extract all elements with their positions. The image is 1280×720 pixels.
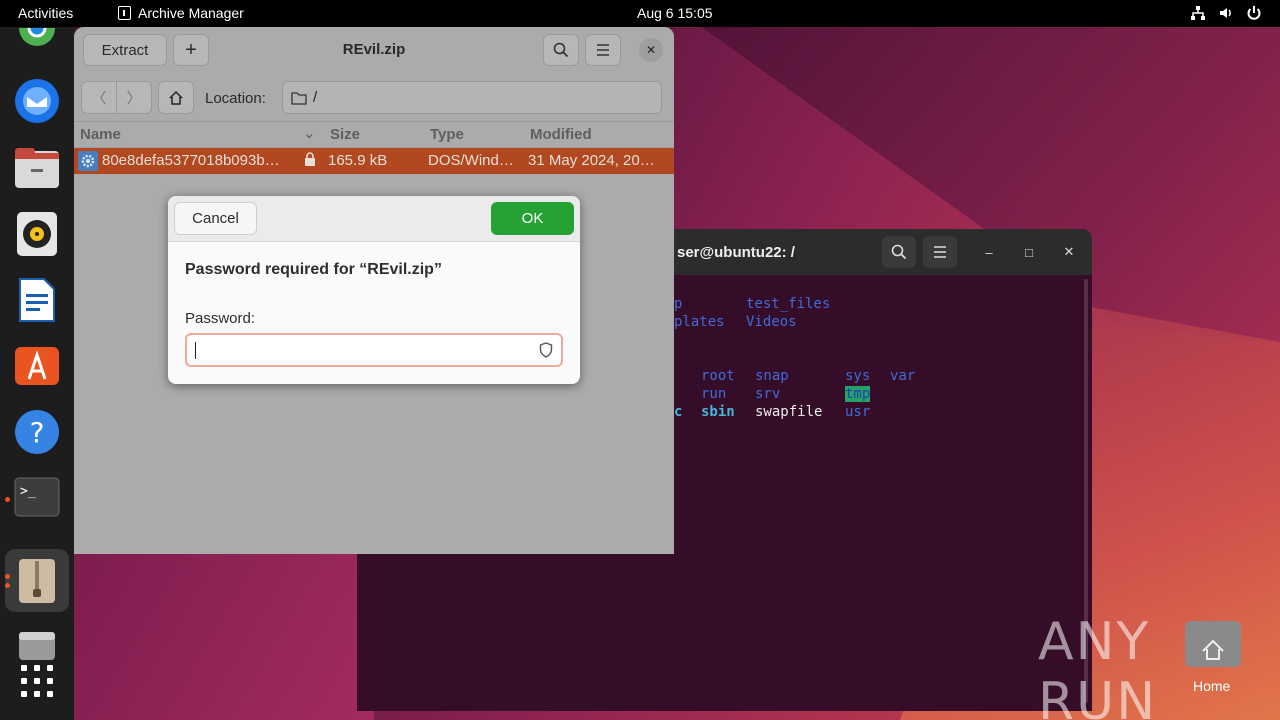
app-menu[interactable]: Archive Manager [118,5,244,21]
archive-toolbar: 〈 〉 Location: / [74,73,674,122]
archive-icon [118,6,131,20]
column-type[interactable]: Type [430,126,464,143]
minimize-icon: – [985,244,993,260]
back-button[interactable]: 〈 [81,81,117,114]
location-label: Location: [205,90,266,107]
close-button[interactable]: ✕ [639,38,663,62]
writer-icon[interactable] [13,276,61,324]
close-icon: ✕ [645,43,657,57]
password-label: Password: [185,310,256,327]
network-icon [1191,6,1205,20]
clock[interactable]: Aug 6 15:05 [637,5,713,21]
terminal-entry: usr [845,404,871,420]
ok-button[interactable]: OK [491,202,574,235]
column-modified[interactable]: Modified [530,126,592,143]
chevron-right-icon: 〉 [126,90,142,107]
top-bar: Activities Archive Manager Aug 6 15:05 [0,0,1280,27]
location-field[interactable]: / [282,81,662,114]
shield-icon[interactable] [539,342,553,358]
chevron-down-icon: ⌄ [303,125,316,142]
column-headers: Name ⌄ Size Type Modified [74,122,674,148]
terminal-entry: p [674,296,683,312]
archive-manager-icon[interactable] [13,557,61,605]
home-folder-icon[interactable] [1185,621,1241,667]
menu-icon [597,44,609,56]
terminal-entry: root [701,368,735,384]
file-name: 80e8defa5377018b093b… [102,152,280,169]
home-icon [169,90,183,105]
running-indicator [5,574,10,579]
svg-text:?: ? [30,416,45,449]
folder-icon [291,91,307,105]
terminal-entry: tmp [845,386,871,402]
terminal-entry: Videos [746,314,797,330]
terminal-icon[interactable]: >_ [13,473,61,521]
lock-icon [304,152,316,170]
terminal-entry: run [701,386,727,402]
terminal-entry: sys [845,368,871,384]
file-type: DOS/Wind… [428,152,514,169]
file-modified: 31 May 2024, 20… [528,152,655,169]
terminal-entry: sbin [701,404,735,420]
terminal-entry: srv [755,386,781,402]
password-field[interactable] [185,333,563,367]
table-row[interactable]: 80e8defa5377018b093b… 165.9 kB DOS/Wind…… [74,148,674,174]
close-button[interactable]: ✕ [1057,240,1081,264]
terminal-entry: test_files [746,296,831,312]
search-icon [891,244,907,260]
terminal-title: ser@ubuntu22: / [677,244,795,261]
maximize-icon: □ [1025,244,1033,260]
running-indicator [5,497,10,502]
archive-title: REvil.zip [342,41,406,58]
terminal-entry: plates [674,314,725,330]
running-indicator [5,583,10,588]
home-folder-label[interactable]: Home [1193,678,1230,694]
terminal-entry: c [674,404,683,420]
menu-icon [934,246,946,258]
show-apps-icon[interactable] [13,657,61,705]
dialog-title: Password required for “REvil.zip” [185,261,442,278]
close-icon: ✕ [1063,244,1075,259]
menu-button[interactable] [585,34,621,66]
rhythmbox-icon[interactable] [13,210,61,258]
minimize-button[interactable]: – [977,240,1001,264]
system-tray[interactable] [1190,5,1262,21]
thunderbird-icon[interactable] [13,77,61,125]
terminal-entry: snap [755,368,789,384]
terminal-entry: var [890,368,916,384]
location-value: / [313,89,318,106]
forward-button[interactable]: 〉 [116,81,152,114]
watermark: ANY RUN [1038,612,1158,720]
column-size[interactable]: Size [330,126,360,143]
file-size: 165.9 kB [328,152,388,169]
svg-text:>_: >_ [20,484,36,499]
terminal-search-button[interactable] [882,236,916,268]
search-button[interactable] [543,34,579,66]
password-dialog: Cancel OK Password required for “REvil.z… [168,196,580,384]
volume-icon [1220,8,1231,18]
archive-header: Extract + REvil.zip ✕ [74,27,674,73]
dock: ? >_ [0,27,74,720]
terminal-entry: swapfile [755,404,823,420]
chrome-icon[interactable] [13,19,61,67]
terminal-menu-button[interactable] [923,236,957,268]
home-button[interactable] [158,81,194,114]
chevron-left-icon: 〈 [91,90,107,107]
dialog-header: Cancel OK [168,196,580,242]
column-name[interactable]: Name [80,126,121,143]
executable-icon [78,151,98,171]
files-icon[interactable] [13,144,61,192]
help-icon[interactable]: ? [13,408,61,456]
power-icon [1247,6,1261,20]
cancel-button[interactable]: Cancel [174,202,257,235]
maximize-button[interactable]: □ [1017,240,1041,264]
app-center-icon[interactable] [13,341,61,389]
text-caret [195,342,196,359]
search-icon [553,42,569,58]
app-name: Archive Manager [138,5,244,21]
